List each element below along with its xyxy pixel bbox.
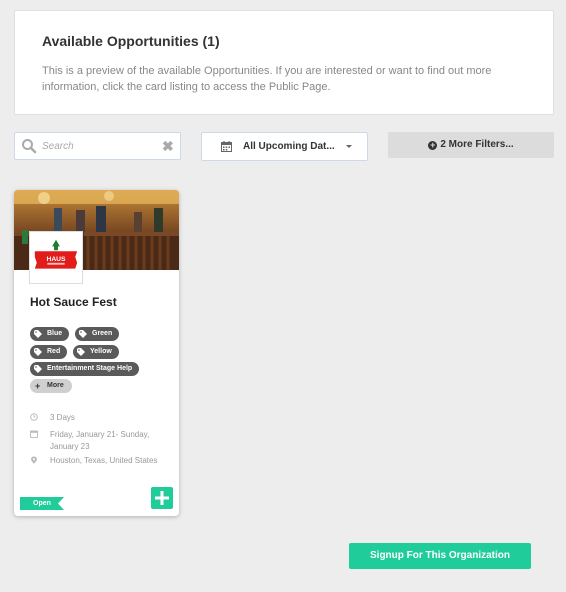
search-icon: [22, 139, 37, 154]
tag-label: Entertainment Stage Help: [47, 365, 133, 372]
calendar-icon: [30, 430, 38, 438]
clock-icon: [30, 413, 38, 421]
signup-organization-button[interactable]: Signup For This Organization: [349, 543, 531, 569]
dates-text: Friday, January 21- Sunday, January 23: [50, 430, 150, 451]
duration-text: 3 Days: [50, 413, 75, 422]
plus-circle-icon: +: [428, 140, 438, 150]
map-pin-icon: [31, 456, 37, 464]
tag-icon: [79, 330, 87, 338]
tag-icon: [34, 330, 42, 338]
location-row: Houston, Texas, United States: [30, 455, 170, 467]
tag-icon: [34, 348, 42, 356]
tag-label: Yellow: [90, 348, 112, 355]
more-tags-label: More: [47, 382, 64, 389]
opportunity-card[interactable]: HAUS Hot Sauce Fest Blue Green Red Yello…: [14, 190, 179, 516]
page-title: Available Opportunities (1): [42, 33, 220, 49]
status-badge: Open: [20, 497, 64, 510]
chevron-down-icon: [346, 145, 352, 148]
tag-chip: Entertainment Stage Help: [30, 362, 140, 376]
clear-search-icon[interactable]: ✖: [162, 139, 174, 153]
page-description: This is a preview of the available Oppor…: [42, 65, 492, 93]
tag-chip: Red: [30, 345, 68, 359]
duration-row: 3 Days: [30, 412, 170, 424]
tag-label: Green: [92, 330, 113, 337]
plus-icon: [155, 491, 169, 505]
search-box[interactable]: ✖: [14, 132, 181, 160]
search-input[interactable]: [42, 137, 152, 156]
haus-logo: HAUS: [34, 239, 78, 269]
more-tags-button[interactable]: + More: [30, 379, 72, 393]
tag-chip: Blue: [30, 327, 70, 341]
more-filters-button[interactable]: +2 More Filters...: [388, 132, 554, 158]
plus-icon: +: [35, 381, 41, 391]
status-label: Open: [33, 500, 51, 507]
dates-row: Friday, January 21- Sunday, January 23: [30, 429, 170, 453]
organization-logo: HAUS: [29, 231, 83, 284]
calendar-icon: [221, 141, 232, 152]
date-range-select[interactable]: All Upcoming Dat...: [201, 132, 368, 161]
tag-icon: [34, 365, 42, 373]
tag-icon: [77, 348, 85, 356]
date-range-label: All Upcoming Dat...: [243, 141, 335, 152]
info-panel: Available Opportunities (1) This is a pr…: [14, 10, 554, 115]
logo-text: HAUS: [46, 256, 66, 263]
tag-chip: Yellow: [73, 345, 119, 359]
more-filters-label: 2 More Filters...: [440, 139, 514, 150]
location-text: Houston, Texas, United States: [50, 456, 158, 465]
card-title[interactable]: Hot Sauce Fest: [30, 295, 117, 309]
tag-label: Red: [47, 348, 61, 355]
tag-chip: Green: [75, 327, 120, 341]
tag-label: Blue: [47, 330, 63, 337]
add-opportunity-button[interactable]: [151, 487, 173, 509]
